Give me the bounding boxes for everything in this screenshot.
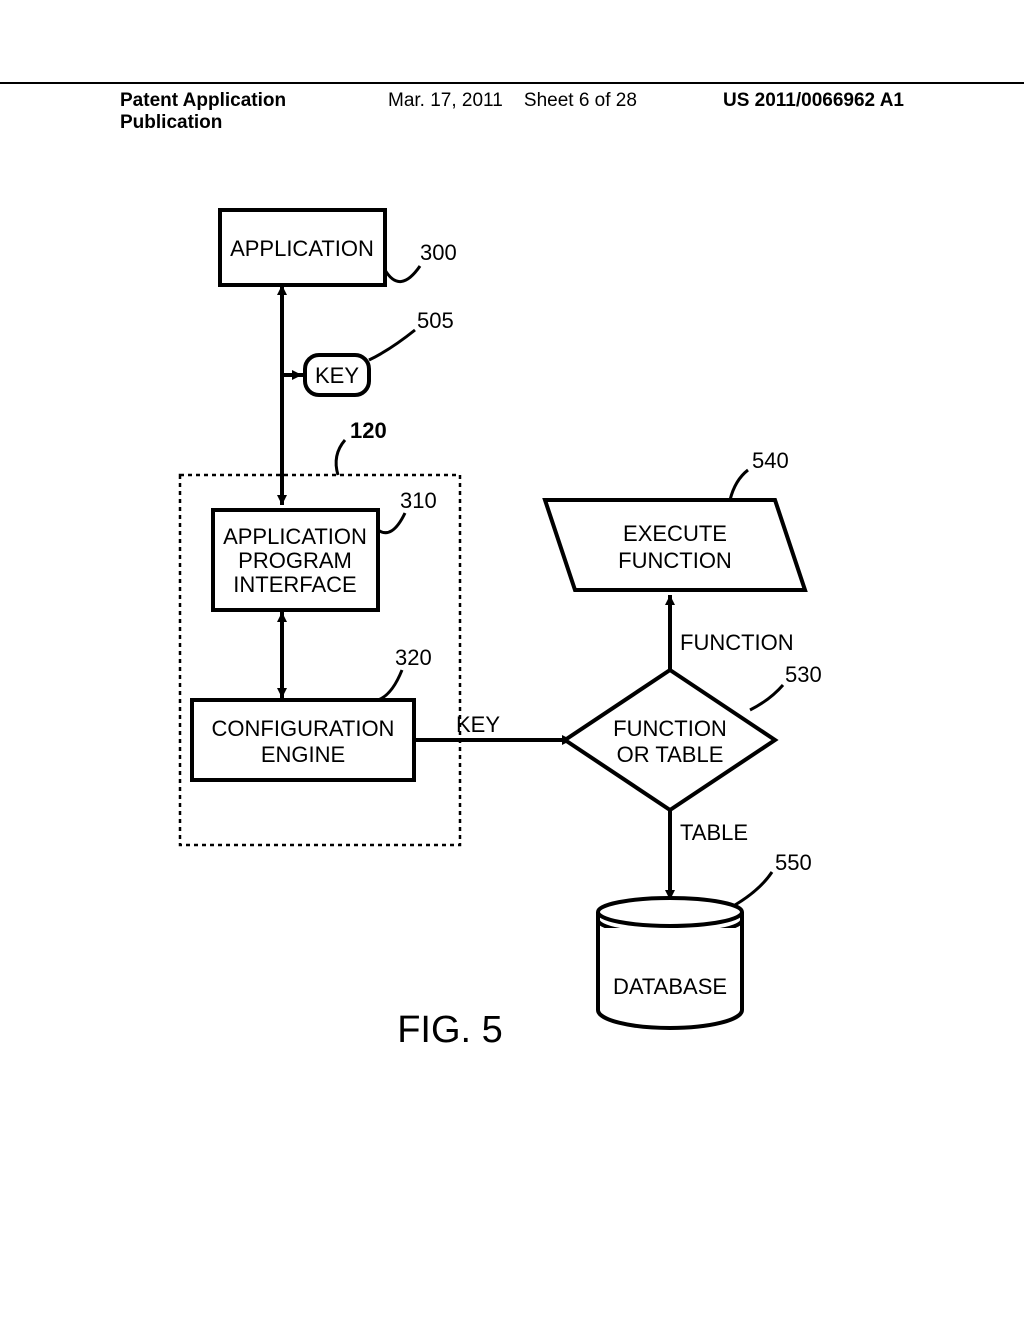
api-line1: APPLICATION bbox=[223, 524, 367, 549]
key-label: KEY bbox=[315, 363, 359, 388]
database-cylinder: DATABASE bbox=[598, 898, 742, 1028]
header-publication: Patent Application Publication bbox=[120, 90, 378, 134]
application-box: APPLICATION bbox=[220, 210, 385, 285]
ref-550: 550 bbox=[775, 850, 812, 875]
edge-function-label: FUNCTION bbox=[680, 630, 794, 655]
ref-320: 320 bbox=[395, 645, 432, 670]
header-pubno: US 2011/0066962 A1 bbox=[646, 90, 904, 134]
config-line1: CONFIGURATION bbox=[212, 716, 395, 741]
key-box: KEY bbox=[282, 355, 369, 395]
ref-300: 300 bbox=[420, 240, 457, 265]
application-label: APPLICATION bbox=[230, 236, 374, 261]
decision-diamond: FUNCTION OR TABLE bbox=[565, 670, 775, 810]
execute-line1: EXECUTE bbox=[623, 521, 727, 546]
leader-120 bbox=[336, 440, 345, 475]
leader-300 bbox=[385, 266, 420, 282]
api-box: APPLICATION PROGRAM INTERFACE bbox=[213, 510, 378, 610]
header-date: Mar. 17, 2011 bbox=[388, 90, 503, 111]
ref-310: 310 bbox=[400, 488, 437, 513]
leader-505 bbox=[369, 330, 415, 360]
figure-caption: FIG. 5 bbox=[397, 1009, 503, 1051]
database-label: DATABASE bbox=[613, 974, 727, 999]
ref-505: 505 bbox=[417, 308, 454, 333]
ref-530: 530 bbox=[785, 662, 822, 687]
ref-120: 120 bbox=[350, 418, 387, 443]
page-header: Patent Application Publication Mar. 17, … bbox=[0, 82, 1024, 134]
ref-540: 540 bbox=[752, 448, 789, 473]
execute-parallelogram: EXECUTE FUNCTION bbox=[545, 500, 805, 590]
decision-line2: OR TABLE bbox=[617, 742, 724, 767]
header-sheet: Sheet 6 of 28 bbox=[524, 90, 637, 111]
execute-line2: FUNCTION bbox=[618, 548, 732, 573]
leader-310 bbox=[378, 513, 405, 533]
leader-550 bbox=[735, 872, 772, 905]
api-line3: INTERFACE bbox=[233, 572, 356, 597]
edge-key-label: KEY bbox=[456, 712, 500, 737]
api-line2: PROGRAM bbox=[238, 548, 352, 573]
leader-320 bbox=[378, 670, 402, 700]
leader-530 bbox=[750, 685, 783, 710]
edge-table-label: TABLE bbox=[680, 820, 748, 845]
decision-line1: FUNCTION bbox=[613, 716, 727, 741]
leader-540 bbox=[730, 470, 748, 500]
config-line2: ENGINE bbox=[261, 742, 345, 767]
config-box: CONFIGURATION ENGINE bbox=[192, 700, 414, 780]
figure-diagram: APPLICATION 300 KEY 505 120 APPLICATION … bbox=[120, 200, 904, 1100]
